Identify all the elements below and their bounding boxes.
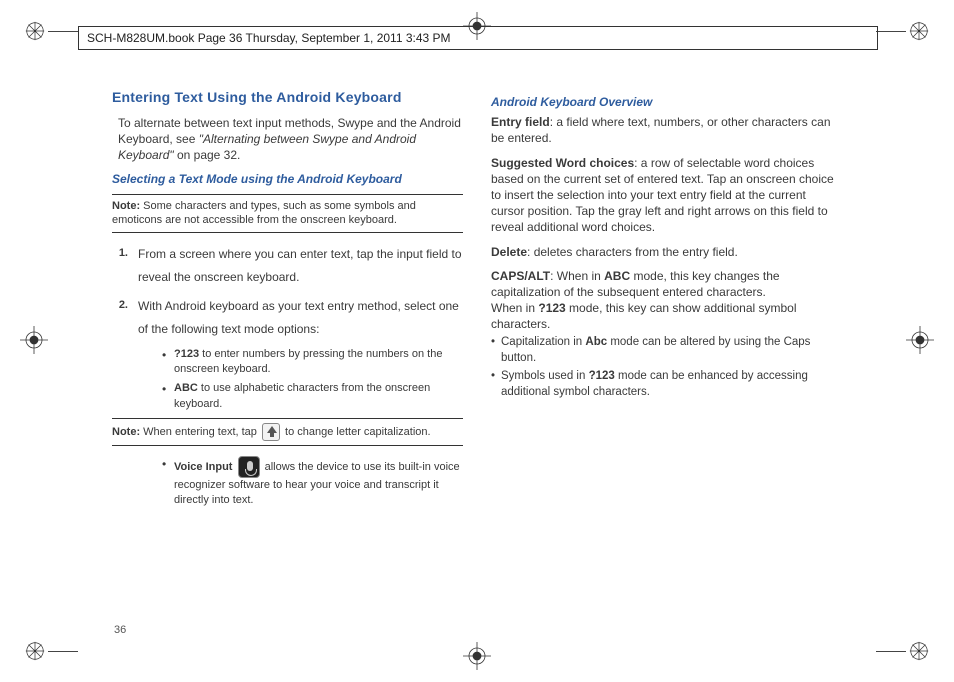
- crop-star-icon: [24, 640, 46, 662]
- subsection-heading: Selecting a Text Mode using the Android …: [112, 171, 463, 187]
- caps-sub-2: Symbols used in ?123 mode can be enhance…: [491, 369, 842, 400]
- page-header: SCH-M828UM.book Page 36 Thursday, Septem…: [78, 26, 878, 50]
- crop-line: [876, 31, 906, 32]
- note-label: Note:: [112, 200, 143, 212]
- registration-mark-icon: [20, 326, 48, 354]
- page-number: 36: [114, 624, 126, 636]
- section-heading: Entering Text Using the Android Keyboard: [112, 88, 463, 107]
- intro-paragraph: To alternate between text input methods,…: [112, 115, 463, 164]
- header-text: SCH-M828UM.book Page 36 Thursday, Septem…: [87, 31, 451, 45]
- entry-field-desc: Entry field: a field where text, numbers…: [491, 114, 842, 146]
- crop-line: [876, 651, 906, 652]
- page-content: Entering Text Using the Android Keyboard…: [112, 88, 842, 515]
- crop-star-icon: [24, 20, 46, 42]
- microphone-icon: [238, 456, 260, 478]
- caps-sub-1: Capitalization in Abc mode can be altere…: [491, 335, 842, 366]
- text-mode-options: ?123 to enter numbers by pressing the nu…: [112, 347, 463, 413]
- note-box-2: Note: When entering text, tap to change …: [112, 418, 463, 446]
- caps-alt-sub-bullets: Capitalization in Abc mode can be altere…: [491, 335, 842, 400]
- voice-input-bullet: Voice Input allows the device to use its…: [112, 456, 463, 509]
- left-column: Entering Text Using the Android Keyboard…: [112, 88, 463, 515]
- option-abc: ABC to use alphabetic characters from th…: [162, 381, 463, 412]
- option-123: ?123 to enter numbers by pressing the nu…: [162, 347, 463, 378]
- crop-star-icon: [908, 640, 930, 662]
- registration-mark-icon: [906, 326, 934, 354]
- crop-star-icon: [908, 20, 930, 42]
- crop-line: [48, 31, 78, 32]
- suggested-word-desc: Suggested Word choices: a row of selecta…: [491, 155, 842, 236]
- registration-mark-icon: [463, 642, 491, 670]
- voice-input-item: Voice Input allows the device to use its…: [162, 456, 463, 509]
- delete-desc: Delete: deletes characters from the entr…: [491, 244, 842, 260]
- note-text: Some characters and types, such as some …: [112, 200, 416, 227]
- subsection-heading: Android Keyboard Overview: [491, 94, 842, 110]
- step-2: 2. With Android keyboard as your text en…: [112, 295, 463, 341]
- note-box-1: Note: Some characters and types, such as…: [112, 194, 463, 234]
- shift-key-icon: [262, 423, 280, 441]
- steps-list: 1. From a screen where you can enter tex…: [112, 243, 463, 340]
- step-1: 1. From a screen where you can enter tex…: [112, 243, 463, 289]
- caps-alt-desc: CAPS/ALT: When in ABC mode, this key cha…: [491, 268, 842, 333]
- right-column: Android Keyboard Overview Entry field: a…: [491, 88, 842, 515]
- note-label: Note:: [112, 426, 143, 438]
- crop-line: [48, 651, 78, 652]
